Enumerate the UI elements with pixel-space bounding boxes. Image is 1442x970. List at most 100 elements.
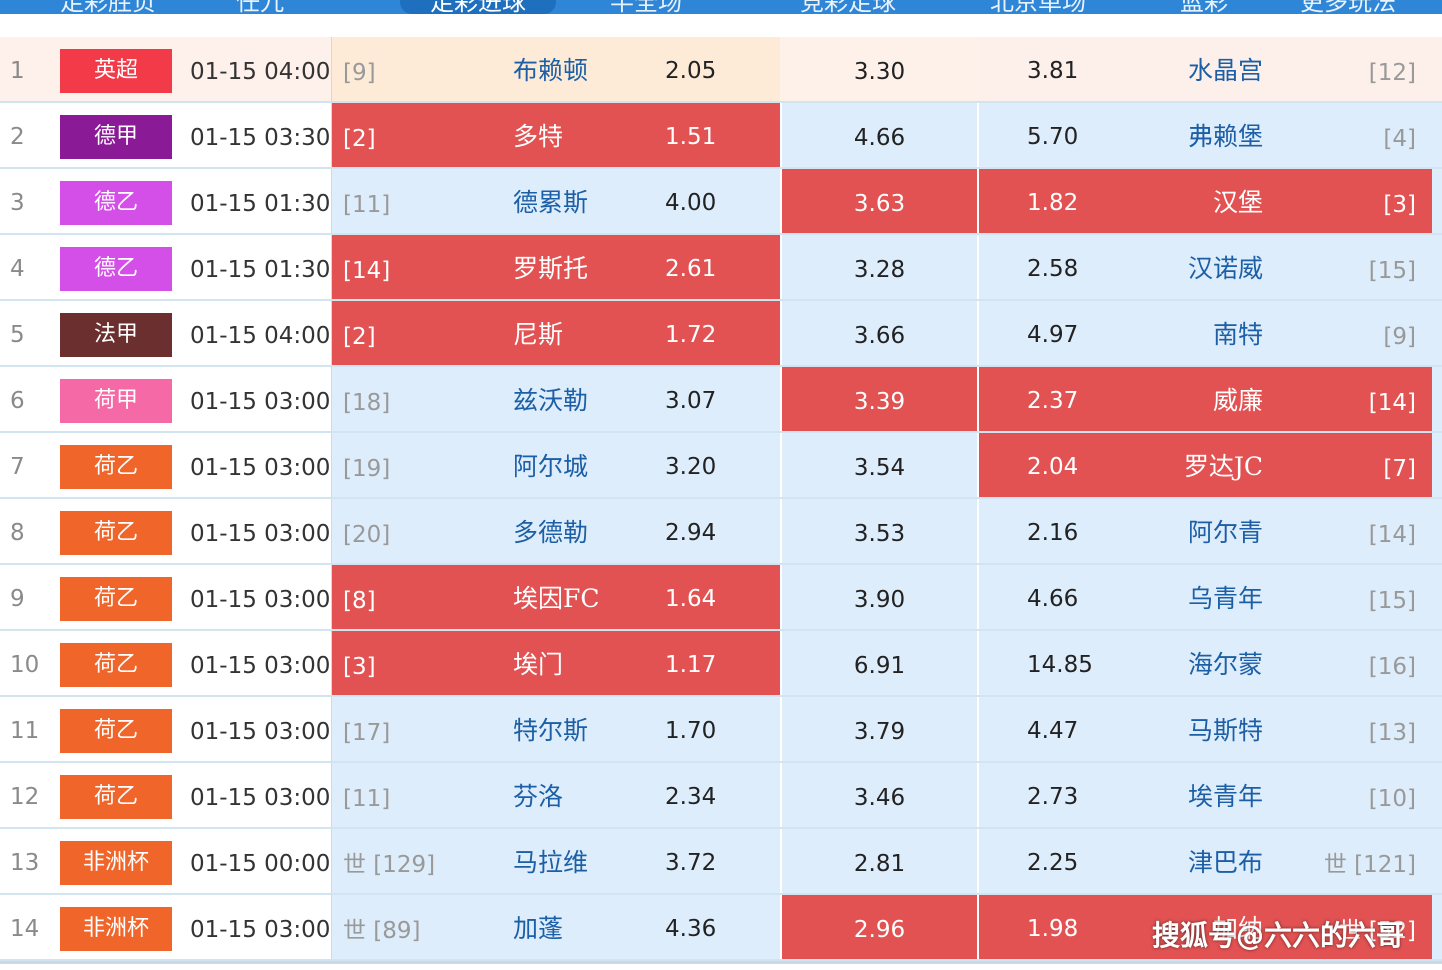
away-team-name[interactable]: 马斯特 [1188,697,1263,765]
away-team-name[interactable]: 海尔蒙 [1188,631,1263,699]
home-team-name[interactable]: 阿尔城 [513,433,588,501]
home-team-name[interactable]: 加蓬 [513,895,563,963]
away-team-name[interactable]: 罗达JC [1184,433,1263,501]
league-badge[interactable]: 非洲杯 [60,907,172,951]
league-badge[interactable]: 荷乙 [60,577,172,621]
nav-tab[interactable]: 篮彩 [1180,0,1228,14]
home-odds-cell[interactable]: [9] 布赖顿 2.05 [331,37,780,101]
home-team-name[interactable]: 特尔斯 [513,697,588,765]
away-team-name[interactable]: 阿尔青 [1188,499,1263,567]
away-team-name[interactable]: 弗赖堡 [1188,103,1263,171]
home-odds-cell[interactable]: [2] 尼斯 1.72 [331,301,780,365]
home-odds-cell[interactable]: [3] 埃门 1.17 [331,631,780,695]
match-row[interactable]: 2 德甲 01-15 03:30 [2] 多特 1.51 4.66 5.70 弗… [0,103,1442,169]
league-badge[interactable]: 德乙 [60,181,172,225]
league-badge[interactable]: 荷乙 [60,709,172,753]
away-team-name[interactable]: 水晶宫 [1188,37,1263,105]
home-odds-cell[interactable]: [8] 埃因FC 1.64 [331,565,780,629]
league-badge[interactable]: 德乙 [60,247,172,291]
nav-tab[interactable]: 足彩胜负 [60,0,156,14]
away-odds-cell[interactable]: 1.82 汉堡 [3] [979,169,1432,233]
match-row[interactable]: 12 荷乙 01-15 03:00 [11] 芬洛 2.34 3.46 2.73… [0,763,1442,829]
league-badge[interactable]: 荷甲 [60,379,172,423]
home-team-name[interactable]: 多德勒 [513,499,588,567]
draw-odd-cell[interactable]: 3.28 [782,235,977,299]
away-team-name[interactable]: 汉堡 [1213,169,1263,237]
away-odds-cell[interactable]: 2.25 津巴布 世 [121] [979,829,1432,893]
away-odds-cell[interactable]: 2.37 威廉 [14] [979,367,1432,431]
draw-odd-cell[interactable]: 3.54 [782,433,977,497]
draw-odd-cell[interactable]: 3.79 [782,697,977,761]
home-odds-cell[interactable]: [14] 罗斯托 2.61 [331,235,780,299]
match-row[interactable]: 9 荷乙 01-15 03:00 [8] 埃因FC 1.64 3.90 4.66… [0,565,1442,631]
home-odds-cell[interactable]: [11] 芬洛 2.34 [331,763,780,827]
draw-odd-cell[interactable]: 3.90 [782,565,977,629]
away-odds-cell[interactable]: 2.16 阿尔青 [14] [979,499,1432,563]
draw-odd-cell[interactable]: 6.91 [782,631,977,695]
home-team-name[interactable]: 布赖顿 [513,37,588,105]
away-odds-cell[interactable]: 3.81 水晶宫 [12] [979,37,1432,101]
draw-odd-cell[interactable]: 4.66 [782,103,977,167]
home-team-name[interactable]: 芬洛 [513,763,563,831]
home-odds-cell[interactable]: [11] 德累斯 4.00 [331,169,780,233]
home-odds-cell[interactable]: [19] 阿尔城 3.20 [331,433,780,497]
away-odds-cell[interactable]: 4.47 马斯特 [13] [979,697,1432,761]
match-row[interactable]: 6 荷甲 01-15 03:00 [18] 兹沃勒 3.07 3.39 2.37… [0,367,1442,433]
home-team-name[interactable]: 尼斯 [513,301,563,369]
away-team-name[interactable]: 威廉 [1213,367,1263,435]
match-row[interactable]: 3 德乙 01-15 01:30 [11] 德累斯 4.00 3.63 1.82… [0,169,1442,235]
league-badge[interactable]: 荷乙 [60,775,172,819]
league-badge[interactable]: 荷乙 [60,511,172,555]
away-team-name[interactable]: 埃青年 [1188,763,1263,831]
match-row[interactable]: 1 英超 01-15 04:00 [9] 布赖顿 2.05 3.30 3.81 … [0,37,1442,103]
away-odds-cell[interactable]: 5.70 弗赖堡 [4] [979,103,1432,167]
draw-odd-cell[interactable]: 3.63 [782,169,977,233]
away-team-name[interactable]: 津巴布 [1188,829,1263,897]
draw-odd-cell[interactable]: 3.66 [782,301,977,365]
away-odds-cell[interactable]: 14.85 海尔蒙 [16] [979,631,1432,695]
away-odds-cell[interactable]: 4.97 南特 [9] [979,301,1432,365]
nav-tab[interactable]: 北京单场 [990,0,1086,14]
away-team-name[interactable]: 乌青年 [1188,565,1263,633]
home-odds-cell[interactable]: 世 [129] 马拉维 3.72 [331,829,780,893]
nav-tab[interactable]: 更多玩法 [1300,0,1396,14]
home-odds-cell[interactable]: [2] 多特 1.51 [331,103,780,167]
home-odds-cell[interactable]: [17] 特尔斯 1.70 [331,697,780,761]
league-badge[interactable]: 德甲 [60,115,172,159]
draw-odd-cell[interactable]: 2.81 [782,829,977,893]
league-badge[interactable]: 荷乙 [60,445,172,489]
home-team-name[interactable]: 德累斯 [513,169,588,237]
home-team-name[interactable]: 埃因FC [513,565,599,633]
home-odds-cell[interactable]: [18] 兹沃勒 3.07 [331,367,780,431]
draw-odd-cell[interactable]: 3.30 [782,37,977,101]
league-badge[interactable]: 英超 [60,49,172,93]
match-row[interactable]: 8 荷乙 01-15 03:00 [20] 多德勒 2.94 3.53 2.16… [0,499,1442,565]
nav-tab[interactable]: 足彩进球 [400,0,556,14]
draw-odd-cell[interactable]: 2.96 [782,895,977,959]
home-odds-cell[interactable]: 世 [89] 加蓬 4.36 [331,895,780,959]
league-badge[interactable]: 非洲杯 [60,841,172,885]
match-row[interactable]: 5 法甲 01-15 04:00 [2] 尼斯 1.72 3.66 4.97 南… [0,301,1442,367]
away-odds-cell[interactable]: 4.66 乌青年 [15] [979,565,1432,629]
away-odds-cell[interactable]: 2.04 罗达JC [7] [979,433,1432,497]
match-row[interactable]: 10 荷乙 01-15 03:00 [3] 埃门 1.17 6.91 14.85… [0,631,1442,697]
away-team-name[interactable]: 南特 [1213,301,1263,369]
league-badge[interactable]: 法甲 [60,313,172,357]
draw-odd-cell[interactable]: 3.53 [782,499,977,563]
home-team-name[interactable]: 马拉维 [513,829,588,897]
away-odds-cell[interactable]: 2.58 汉诺威 [15] [979,235,1432,299]
draw-odd-cell[interactable]: 3.46 [782,763,977,827]
league-badge[interactable]: 荷乙 [60,643,172,687]
nav-tab[interactable]: 任九 [236,0,284,14]
draw-odd-cell[interactable]: 3.39 [782,367,977,431]
home-team-name[interactable]: 埃门 [513,631,563,699]
nav-tab[interactable]: 竞彩足球 [800,0,896,14]
away-odds-cell[interactable]: 2.73 埃青年 [10] [979,763,1432,827]
home-team-name[interactable]: 多特 [513,103,563,171]
home-team-name[interactable]: 兹沃勒 [513,367,588,435]
away-team-name[interactable]: 汉诺威 [1188,235,1263,303]
home-team-name[interactable]: 罗斯托 [513,235,588,303]
match-row[interactable]: 13 非洲杯 01-15 00:00 世 [129] 马拉维 3.72 2.81… [0,829,1442,895]
match-row[interactable]: 7 荷乙 01-15 03:00 [19] 阿尔城 3.20 3.54 2.04… [0,433,1442,499]
home-odds-cell[interactable]: [20] 多德勒 2.94 [331,499,780,563]
